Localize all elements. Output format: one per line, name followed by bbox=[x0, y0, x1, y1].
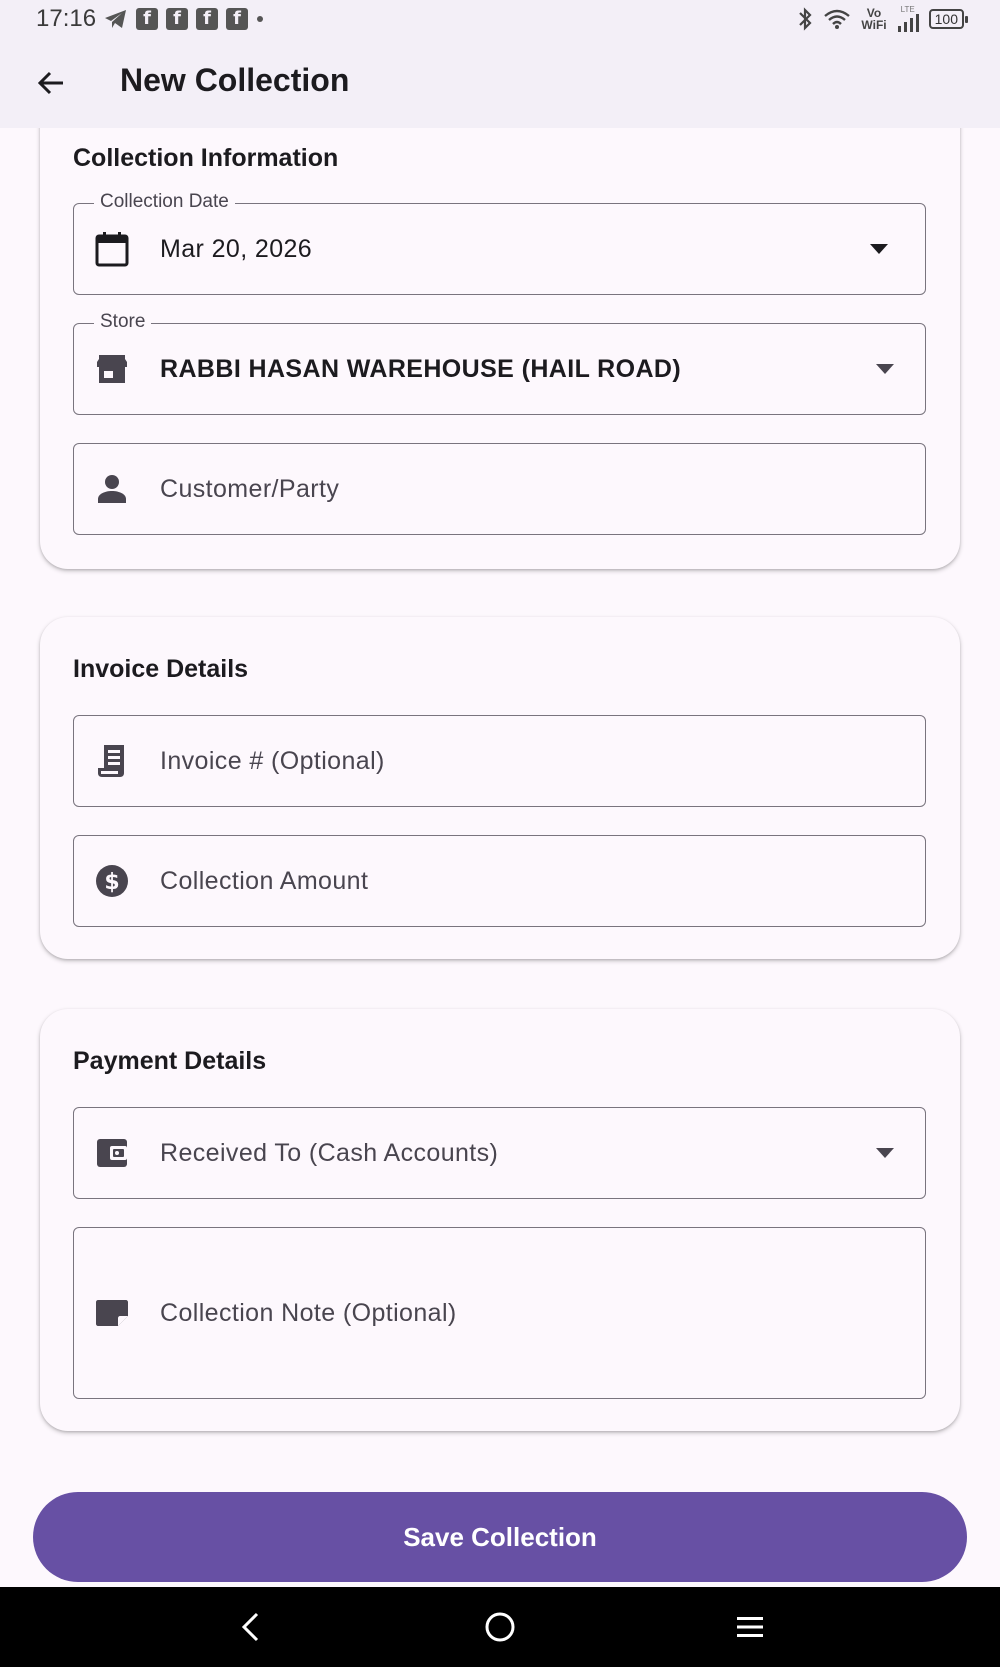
facebook-notification-icon: f bbox=[226, 8, 249, 30]
customer-party-field[interactable]: Customer/Party bbox=[73, 443, 926, 535]
collection-date-label: Collection Date bbox=[94, 190, 235, 214]
facebook-notification-icon: f bbox=[196, 8, 219, 30]
app-bar: New Collection bbox=[0, 38, 1000, 128]
note-icon bbox=[94, 1295, 130, 1331]
calendar-icon bbox=[94, 231, 130, 267]
person-icon bbox=[94, 471, 130, 507]
collection-note-placeholder: Collection Note (Optional) bbox=[160, 1298, 457, 1327]
invoice-details-title: Invoice Details bbox=[73, 655, 249, 683]
back-button[interactable] bbox=[26, 58, 76, 108]
nav-back-button[interactable] bbox=[224, 1601, 276, 1653]
vowifi-indicator: Vo WiFi bbox=[861, 7, 886, 31]
receipt-icon bbox=[94, 743, 130, 779]
more-notifications-dot-icon bbox=[256, 15, 264, 23]
svg-text:$: $ bbox=[104, 870, 119, 895]
dropdown-arrow-icon bbox=[867, 237, 891, 261]
form-content[interactable]: Collection Information Collection Date M… bbox=[0, 128, 1000, 1588]
status-left: 17:16 f f f f bbox=[36, 5, 264, 33]
facebook-notification-icon: f bbox=[166, 8, 189, 30]
nav-home-icon bbox=[485, 1612, 515, 1642]
status-right: Vo WiFi LTE 100 bbox=[797, 6, 969, 32]
nav-menu-icon bbox=[737, 1617, 763, 1637]
payment-details-title: Payment Details bbox=[73, 1047, 267, 1075]
save-collection-button[interactable]: Save Collection bbox=[33, 1492, 967, 1582]
invoice-number-field[interactable]: Invoice # (Optional) bbox=[73, 715, 926, 807]
dropdown-arrow-icon bbox=[873, 357, 897, 381]
arrow-back-icon bbox=[37, 71, 63, 95]
wifi-icon bbox=[823, 8, 851, 30]
collection-information-title: Collection Information bbox=[73, 144, 339, 172]
system-navigation-bar bbox=[0, 1587, 1000, 1667]
nav-home-button[interactable] bbox=[474, 1601, 526, 1653]
lte-text: LTE bbox=[900, 5, 915, 14]
store-field[interactable]: Store RABBI HASAN WAREHOUSE (HAIL ROAD) bbox=[73, 310, 926, 415]
telegram-icon bbox=[104, 8, 128, 30]
battery-indicator: 100 bbox=[928, 9, 969, 29]
invoice-details-card: Invoice Details Invoice # (Optional) $ C… bbox=[40, 617, 960, 959]
signal-icon: LTE bbox=[897, 6, 919, 32]
collection-amount-placeholder: Collection Amount bbox=[160, 866, 369, 895]
received-to-field[interactable]: Received To (Cash Accounts) bbox=[73, 1107, 926, 1199]
dollar-icon: $ bbox=[94, 863, 130, 899]
store-label: Store bbox=[94, 310, 152, 334]
collection-information-card: Collection Information Collection Date M… bbox=[40, 128, 960, 569]
collection-date-field[interactable]: Collection Date Mar 20, 2026 bbox=[73, 190, 926, 295]
customer-party-placeholder: Customer/Party bbox=[160, 474, 340, 503]
status-time: 17:16 bbox=[36, 5, 97, 32]
store-icon bbox=[94, 351, 130, 387]
dropdown-arrow-icon bbox=[873, 1141, 897, 1165]
collection-amount-field[interactable]: $ Collection Amount bbox=[73, 835, 926, 927]
nav-back-icon bbox=[241, 1612, 259, 1642]
store-value: RABBI HASAN WAREHOUSE (HAIL ROAD) bbox=[160, 354, 682, 383]
status-bar: 17:16 f f f f Vo WiFi LTE 100 bbox=[0, 0, 1000, 38]
collection-date-value: Mar 20, 2026 bbox=[160, 234, 313, 263]
invoice-number-placeholder: Invoice # (Optional) bbox=[160, 746, 385, 775]
facebook-notification-icon: f bbox=[136, 8, 159, 30]
vowifi-bottom-text: WiFi bbox=[861, 18, 887, 32]
nav-recents-button[interactable] bbox=[724, 1601, 776, 1653]
received-to-placeholder: Received To (Cash Accounts) bbox=[160, 1138, 499, 1167]
collection-note-field[interactable]: Collection Note (Optional) bbox=[73, 1227, 926, 1399]
bluetooth-icon bbox=[797, 7, 813, 31]
wallet-icon bbox=[94, 1135, 130, 1171]
payment-details-card: Payment Details Received To (Cash Accoun… bbox=[40, 1009, 960, 1431]
page-title: New Collection bbox=[120, 62, 350, 98]
